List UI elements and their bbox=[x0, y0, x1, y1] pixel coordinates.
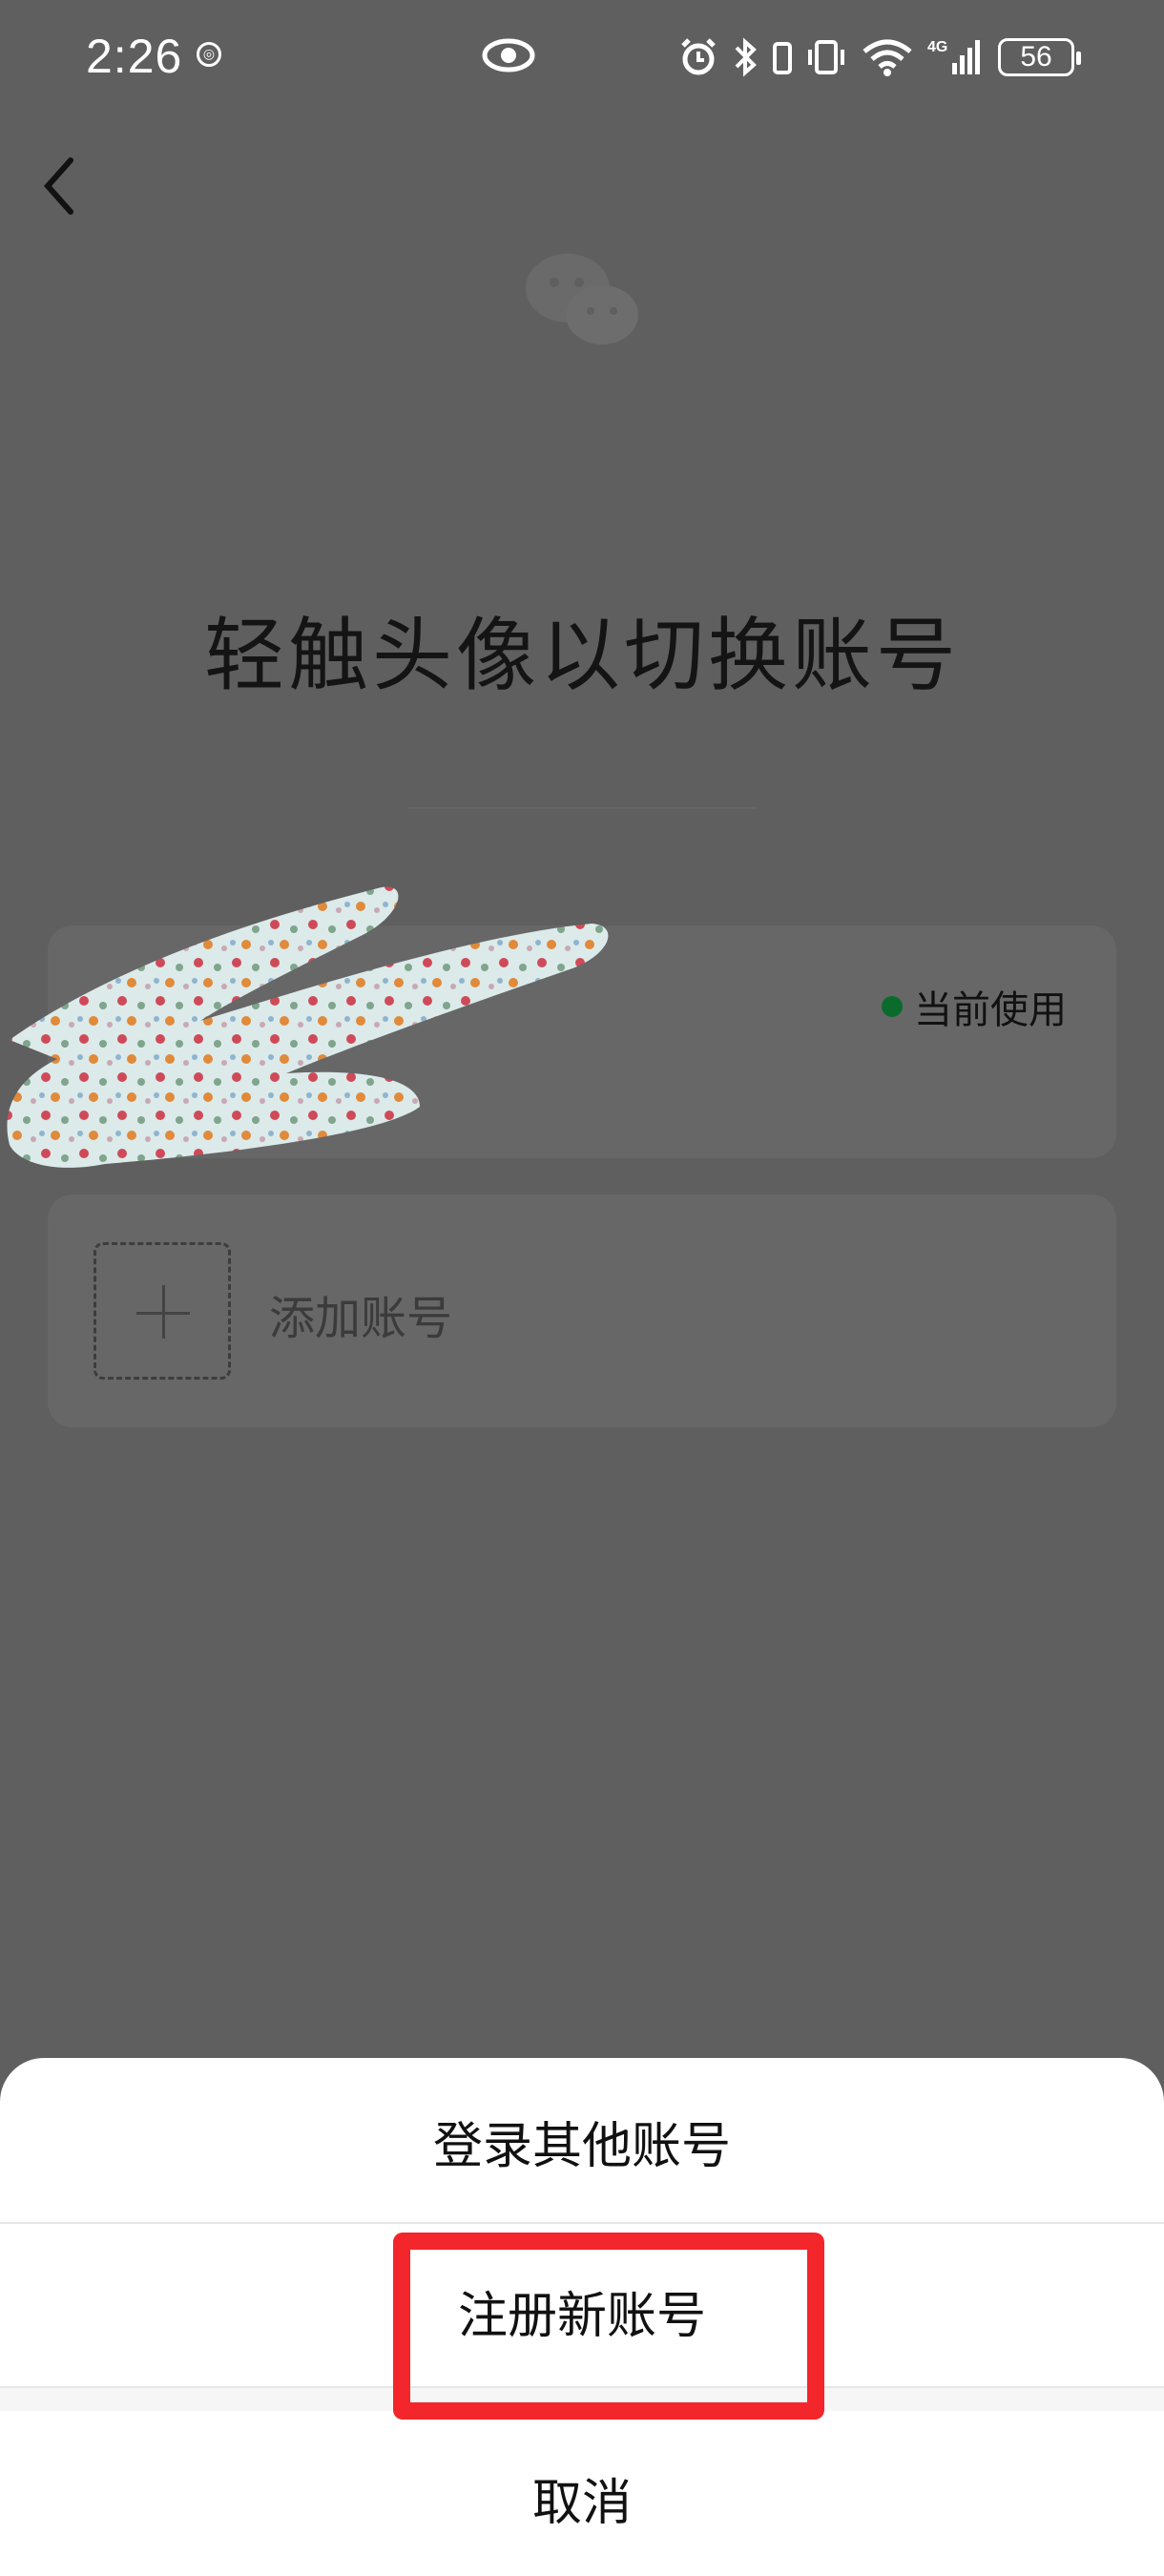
page-title: 轻触头像以切换账号 bbox=[203, 609, 960, 702]
add-account-label: 添加账号 bbox=[269, 1292, 453, 1345]
data-saver-icon: ◎ bbox=[197, 42, 221, 67]
status-time: 2:26 bbox=[86, 30, 183, 83]
wifi-icon bbox=[863, 39, 912, 76]
title-divider bbox=[408, 807, 756, 809]
highlight-annotation-box bbox=[393, 2233, 824, 2420]
eye-icon bbox=[482, 38, 535, 73]
back-arrow-icon[interactable] bbox=[38, 153, 80, 219]
login-other-account-option[interactable]: 登录其他账号 bbox=[0, 2106, 1164, 2177]
status-icons: 4G 56 bbox=[677, 29, 1081, 86]
cancel-option[interactable]: 取消 bbox=[0, 2462, 1164, 2534]
vibrate-icon bbox=[808, 40, 844, 74]
status-bar: 2:26 ◎ 4G 56 bbox=[0, 0, 1164, 114]
battery-indicator: 56 bbox=[998, 38, 1081, 76]
current-account-badge: 当前使用 bbox=[882, 979, 1067, 1034]
redaction-scribble bbox=[7, 886, 609, 1168]
alarm-icon bbox=[681, 38, 716, 75]
current-badge-label: 当前使用 bbox=[914, 988, 1067, 1032]
signal-icon: 4G bbox=[927, 39, 980, 74]
add-account-placeholder bbox=[94, 1242, 231, 1380]
svg-text:4G: 4G bbox=[927, 39, 947, 55]
add-account-card[interactable]: 添加账号 bbox=[48, 1195, 1116, 1427]
current-status-dot bbox=[882, 996, 903, 1017]
bluetooth-icon bbox=[735, 37, 757, 77]
battery-small-icon bbox=[773, 42, 792, 74]
sheet-separator bbox=[0, 2222, 1164, 2224]
wechat-logo-icon bbox=[526, 254, 638, 344]
